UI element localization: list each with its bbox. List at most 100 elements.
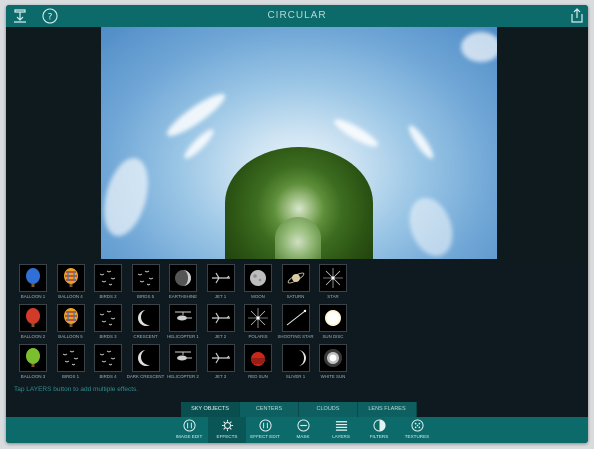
effect-tile-label: DARK CRESCENT	[126, 374, 165, 379]
jet-icon	[206, 344, 235, 372]
shooting-star-icon	[281, 304, 310, 332]
tool-mask[interactable]: MASK	[284, 417, 322, 443]
effect-tile-balloon-2[interactable]: BALLOON 2	[14, 304, 52, 339]
filters-icon	[372, 419, 386, 432]
effect-tile-label: WHITE SUN	[320, 374, 346, 379]
tab-centers[interactable]: CENTERS	[240, 402, 299, 417]
effect-tile-label: BALLOON 4	[58, 294, 83, 299]
effect-tile-label: JET 2	[214, 334, 227, 339]
effect-tile-jet-2[interactable]: JET 2	[202, 304, 240, 339]
tool-effects[interactable]: EFFECTS	[208, 417, 246, 443]
top-bar: ? CIRCULAR	[6, 5, 588, 27]
birds-icon	[94, 264, 122, 292]
effect-tile-birds-2[interactable]: BIRDS 2	[89, 264, 127, 299]
effect-tile-label: MOON	[251, 294, 265, 299]
effect-tile-label: HELICOPTER 2	[167, 374, 199, 379]
category-tabs: SKY OBJECTS CENTERS CLOUDS LENS FLARES	[6, 402, 588, 417]
crescent-icon	[131, 344, 160, 372]
effect-tile-label: CRESCENT	[133, 334, 158, 339]
effect-tile-label: STAR	[327, 294, 339, 299]
effect-tile-birds-1[interactable]: BIRDS 1	[52, 344, 90, 379]
saturn-icon	[281, 264, 310, 292]
balloon-green-icon	[19, 344, 47, 372]
effect-tile-birds-4[interactable]: BIRDS 4	[89, 344, 127, 379]
birds-icon	[131, 264, 160, 292]
tab-clouds[interactable]: CLOUDS	[299, 402, 358, 417]
tool-image-edit[interactable]: IMAGE EDIT	[170, 417, 208, 443]
moon-full-icon	[244, 264, 272, 292]
effect-tile-sliver-1[interactable]: SLIVER 1	[277, 344, 315, 379]
jet-icon	[206, 304, 235, 332]
effect-tile-jet-1[interactable]: JET 1	[202, 264, 240, 299]
effect-tile-label: BIRDS 4	[99, 374, 117, 379]
mask-icon	[296, 419, 310, 432]
effect-tile-shooting-star[interactable]: SHOOTING STAR	[277, 304, 315, 339]
effect-tile-label: SATURN	[286, 294, 305, 299]
effect-tile-balloon-1[interactable]: BALLOON 1	[14, 264, 52, 299]
birds-icon	[94, 344, 122, 372]
effect-tile-crescent[interactable]: CRESCENT	[127, 304, 165, 339]
effect-tile-label: RED SUN	[248, 374, 268, 379]
app-title: CIRCULAR	[267, 10, 327, 21]
effect-tile-label: EARTHSHINE	[168, 294, 198, 299]
effect-tile-label: BALLOON 5	[58, 334, 83, 339]
effect-tile-balloon-3[interactable]: BALLOON 3	[14, 344, 52, 379]
effect-tile-label: JET 3	[214, 374, 227, 379]
effect-tile-balloon-4[interactable]: BALLOON 4	[52, 264, 90, 299]
app-window: ? CIRCULAR BALLOON 1 BALLOON 4 BIRDS 2 BIRD…	[6, 5, 588, 443]
bottom-toolbar: IMAGE EDIT EFFECTS EFFECT EDIT MASK LAYE…	[6, 417, 588, 443]
effect-tile-moon[interactable]: MOON	[239, 264, 277, 299]
effect-tile-label: SLIVER 1	[285, 374, 306, 379]
balloon-red-icon	[19, 304, 47, 332]
effect-tile-helicopter-2[interactable]: HELICOPTER 2	[164, 344, 202, 379]
share-icon[interactable]	[569, 8, 585, 24]
sun-disc-icon	[319, 304, 347, 332]
effects-panel: BALLOON 1 BALLOON 4 BIRDS 2 BIRDS 5 EARTHSHI…	[6, 262, 588, 402]
effect-tile-polaris[interactable]: POLARIS	[239, 304, 277, 339]
effect-tile-label: HELICOPTER 1	[167, 334, 199, 339]
moon-earthshine-icon	[169, 264, 197, 292]
image-viewer	[6, 27, 588, 262]
effect-tile-balloon-5[interactable]: BALLOON 5	[52, 304, 90, 339]
tiny-planet-photo[interactable]	[101, 27, 497, 259]
effect-tile-sun-disc[interactable]: SUN DISC	[314, 304, 352, 339]
effect-tile-helicopter-1[interactable]: HELICOPTER 1	[164, 304, 202, 339]
effect-tile-label: POLARIS	[248, 334, 268, 339]
effect-tile-dark-crescent[interactable]: DARK CRESCENT	[127, 344, 165, 379]
effect-tile-jet-3[interactable]: JET 3	[202, 344, 240, 379]
birds-icon	[94, 304, 122, 332]
tool-layers[interactable]: LAYERS	[322, 417, 360, 443]
tab-lens-flares[interactable]: LENS FLARES	[358, 402, 417, 417]
star-flare-icon	[244, 304, 272, 332]
effect-tile-label: BIRDS 3	[99, 334, 117, 339]
tool-effect-edit[interactable]: EFFECT EDIT	[246, 417, 284, 443]
tool-filters[interactable]: FILTERS	[360, 417, 398, 443]
balloon-blue-icon	[19, 264, 47, 292]
crescent-icon	[131, 304, 160, 332]
tool-textures[interactable]: TEXTURES	[398, 417, 436, 443]
effect-tile-red-sun[interactable]: RED SUN	[239, 344, 277, 379]
red-sun-icon	[244, 344, 272, 372]
effect-tile-saturn[interactable]: SATURN	[277, 264, 315, 299]
effect-tile-label: BIRDS 1	[61, 374, 80, 379]
effects-gear-icon	[221, 419, 234, 432]
effect-edit-icon	[258, 419, 272, 432]
effect-tile-star[interactable]: STAR	[314, 264, 352, 299]
jet-icon	[206, 264, 235, 292]
image-edit-icon	[182, 419, 196, 432]
helicopter-icon	[169, 304, 197, 332]
star-flare-icon	[319, 264, 347, 292]
effect-tile-earthshine[interactable]: EARTHSHINE	[164, 264, 202, 299]
layers-hint: Tap LAYERS button to add multiple effect…	[14, 386, 139, 393]
effect-tile-white-sun[interactable]: WHITE SUN	[314, 344, 352, 379]
effect-tile-label: JET 1	[214, 294, 227, 299]
effect-tile-label: BALLOON 3	[20, 374, 46, 379]
effect-tile-label: BIRDS 2	[99, 294, 117, 299]
effect-tile-birds-5[interactable]: BIRDS 5	[127, 264, 165, 299]
tab-sky-objects[interactable]: SKY OBJECTS	[181, 402, 240, 417]
effect-tile-birds-3[interactable]: BIRDS 3	[89, 304, 127, 339]
balloon-rainbow-icon	[56, 304, 85, 332]
helicopter-icon	[169, 344, 197, 372]
textures-icon	[410, 419, 424, 432]
effect-tile-label: BALLOON 1	[20, 294, 46, 299]
